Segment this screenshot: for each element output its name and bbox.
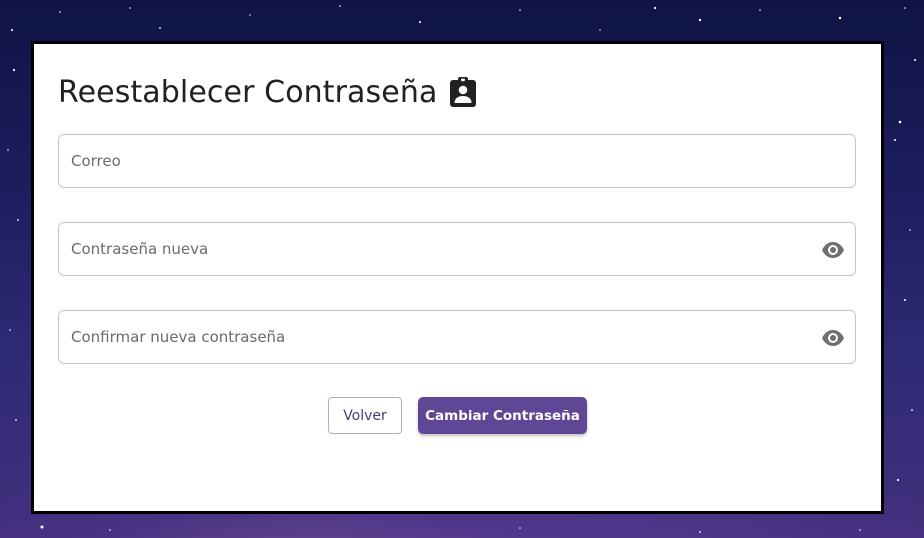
change-password-button[interactable]: Cambiar Contraseña <box>418 397 587 434</box>
email-input[interactable] <box>71 135 811 187</box>
back-button[interactable]: Volver <box>328 397 402 434</box>
eye-icon[interactable] <box>821 327 845 349</box>
new-password-field[interactable] <box>58 222 856 276</box>
assignment-ind-icon <box>449 76 477 108</box>
form-actions: Volver Cambiar Contraseña <box>34 397 881 435</box>
confirm-password-input[interactable] <box>71 311 811 363</box>
eye-icon[interactable] <box>821 239 845 261</box>
title-row: Reestablecer Contraseña <box>58 70 477 114</box>
email-field[interactable] <box>58 134 856 188</box>
confirm-password-field[interactable] <box>58 310 856 364</box>
new-password-input[interactable] <box>71 223 811 275</box>
page-title: Reestablecer Contraseña <box>58 74 438 110</box>
reset-password-card: Reestablecer Contraseña Correo Volver Ca… <box>31 41 884 514</box>
